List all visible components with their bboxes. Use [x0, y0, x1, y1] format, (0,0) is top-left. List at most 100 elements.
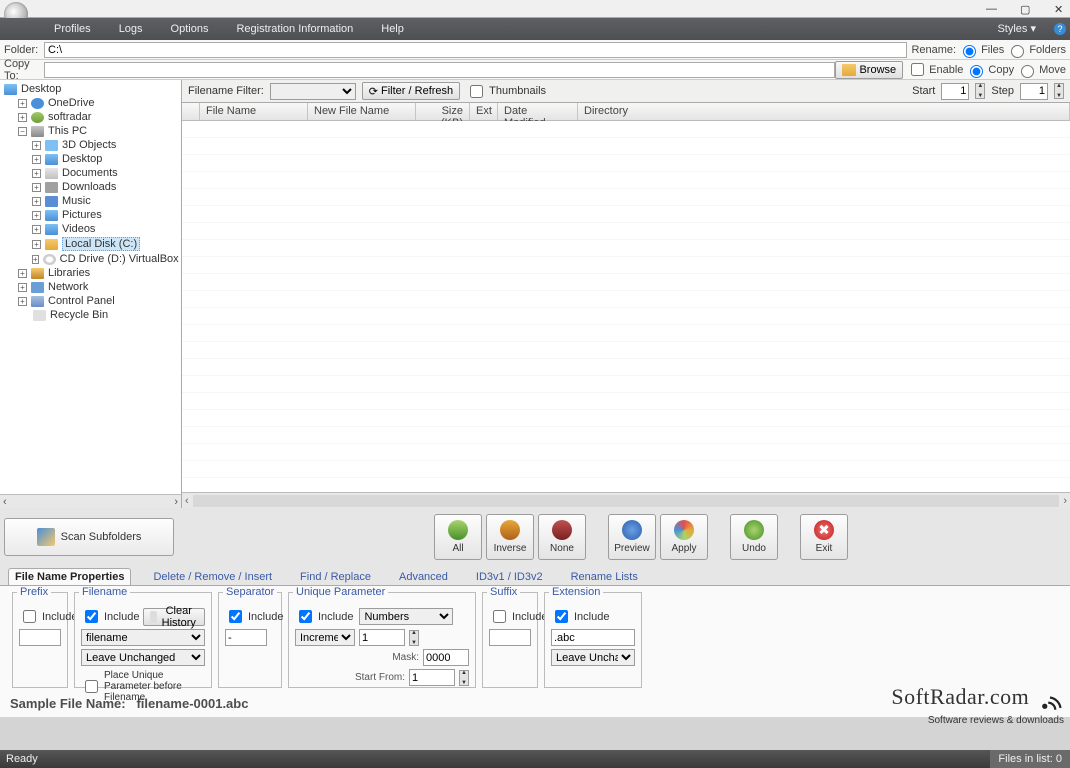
expand-icon[interactable]: +: [18, 269, 27, 278]
start-spin-buttons[interactable]: [975, 83, 985, 99]
copy-radio[interactable]: [970, 65, 983, 78]
expand-icon[interactable]: +: [32, 183, 41, 192]
expand-icon[interactable]: +: [18, 99, 27, 108]
tree-cdrive[interactable]: Local Disk (C:): [62, 237, 140, 251]
menu-logs[interactable]: Logs: [105, 18, 157, 40]
menu-registration[interactable]: Registration Information: [222, 18, 367, 40]
unique-start-input[interactable]: [409, 669, 455, 686]
separator-input[interactable]: [225, 629, 267, 646]
unique-type-combo[interactable]: Numbers: [359, 608, 453, 625]
clear-history-button[interactable]: Clear History: [143, 608, 205, 626]
tab-find-replace[interactable]: Find / Replace: [294, 569, 377, 585]
ext-include-checkbox[interactable]: [555, 610, 568, 623]
grid-body[interactable]: [182, 121, 1070, 492]
filename-include-checkbox[interactable]: [85, 610, 98, 623]
rename-folders-radio[interactable]: [1011, 45, 1024, 58]
filter-combo[interactable]: [270, 83, 356, 100]
select-all-button[interactable]: All: [434, 514, 482, 560]
col-ext[interactable]: Ext: [470, 103, 498, 120]
tree-thispc[interactable]: This PC: [48, 125, 87, 137]
prefix-include-checkbox[interactable]: [23, 610, 36, 623]
tab-file-name-properties[interactable]: File Name Properties: [8, 568, 131, 585]
browse-button[interactable]: Browse: [835, 61, 903, 79]
tree-vids[interactable]: Videos: [62, 223, 95, 235]
ext-input[interactable]: [551, 629, 635, 646]
unique-mode-spin[interactable]: [409, 630, 419, 646]
expand-icon[interactable]: +: [32, 225, 41, 234]
rename-files-radio[interactable]: [963, 45, 976, 58]
scan-subfolders-button[interactable]: Scan Subfolders: [4, 518, 174, 556]
tree-dl[interactable]: Downloads: [62, 181, 116, 193]
tab-id3[interactable]: ID3v1 / ID3v2: [470, 569, 549, 585]
col-newname[interactable]: New File Name: [308, 103, 416, 120]
unique-mode-value[interactable]: [359, 629, 405, 646]
filename-mode-combo[interactable]: Leave Unchanged: [81, 649, 205, 666]
separator-include-checkbox[interactable]: [229, 610, 242, 623]
menu-profiles[interactable]: Profiles: [40, 18, 105, 40]
tree-dvd[interactable]: CD Drive (D:) VirtualBox Gue: [60, 253, 181, 265]
grid-scrollbar[interactable]: ‹›: [182, 492, 1070, 508]
tree-desktop[interactable]: Desktop: [21, 83, 61, 95]
unique-include-checkbox[interactable]: [299, 610, 312, 623]
step-spinner[interactable]: [1020, 83, 1048, 100]
select-none-button[interactable]: None: [538, 514, 586, 560]
tab-advanced[interactable]: Advanced: [393, 569, 454, 585]
enable-checkbox[interactable]: [911, 63, 924, 76]
expand-icon[interactable]: +: [32, 169, 41, 178]
expand-icon[interactable]: +: [32, 240, 41, 249]
preview-button[interactable]: Preview: [608, 514, 656, 560]
expand-icon[interactable]: +: [32, 141, 41, 150]
tree-softradar[interactable]: softradar: [48, 111, 91, 123]
tree-music[interactable]: Music: [62, 195, 91, 207]
tree-libs[interactable]: Libraries: [48, 267, 90, 279]
expand-icon[interactable]: +: [18, 283, 27, 292]
col-size[interactable]: Size (KB): [416, 103, 470, 120]
unique-mask-input[interactable]: [423, 649, 469, 666]
expand-icon[interactable]: +: [18, 113, 27, 122]
tree-bin[interactable]: Recycle Bin: [50, 309, 108, 321]
expand-icon[interactable]: +: [32, 197, 41, 206]
menu-options[interactable]: Options: [157, 18, 223, 40]
tree-pics[interactable]: Pictures: [62, 209, 102, 221]
menu-styles[interactable]: Styles ▾: [983, 18, 1050, 40]
tree-3d[interactable]: 3D Objects: [62, 139, 116, 151]
apply-button[interactable]: Apply: [660, 514, 708, 560]
grid-header[interactable]: File Name New File Name Size (KB) Ext Da…: [182, 103, 1070, 121]
tree-onedrive[interactable]: OneDrive: [48, 97, 94, 109]
move-radio[interactable]: [1021, 65, 1034, 78]
tree-net[interactable]: Network: [48, 281, 88, 293]
close-button[interactable]: ✕: [1054, 3, 1066, 15]
thumbnails-checkbox[interactable]: [470, 83, 483, 100]
expand-icon[interactable]: +: [32, 255, 39, 264]
filter-refresh-button[interactable]: ⟳ Filter / Refresh: [362, 82, 460, 100]
ext-mode-combo[interactable]: Leave Unchanged: [551, 649, 635, 666]
help-icon[interactable]: ?: [1054, 23, 1066, 35]
unique-start-spin[interactable]: [459, 670, 469, 686]
start-spinner[interactable]: [941, 83, 969, 100]
select-inverse-button[interactable]: Inverse: [486, 514, 534, 560]
copyto-input[interactable]: [44, 62, 835, 78]
tab-delete-remove-insert[interactable]: Delete / Remove / Insert: [147, 569, 278, 585]
undo-button[interactable]: Undo: [730, 514, 778, 560]
menu-help[interactable]: Help: [367, 18, 418, 40]
maximize-button[interactable]: ▢: [1020, 3, 1032, 15]
collapse-icon[interactable]: −: [18, 127, 27, 136]
col-filename[interactable]: File Name: [200, 103, 308, 120]
tree-scrollbar[interactable]: ‹›: [0, 494, 181, 508]
folder-tree[interactable]: Desktop + OneDrive + softradar − This PC +3…: [0, 80, 181, 494]
exit-button[interactable]: Exit: [800, 514, 848, 560]
col-date[interactable]: Date Modified: [498, 103, 578, 120]
tree-ctrl[interactable]: Control Panel: [48, 295, 115, 307]
filename-value-combo[interactable]: filename: [81, 629, 205, 646]
suffix-include-checkbox[interactable]: [493, 610, 506, 623]
tree-docs[interactable]: Documents: [62, 167, 118, 179]
folder-input[interactable]: [44, 42, 907, 58]
prefix-input[interactable]: [19, 629, 61, 646]
unique-mode-combo[interactable]: Increment: [295, 629, 355, 646]
step-spin-buttons[interactable]: [1054, 83, 1064, 99]
suffix-input[interactable]: [489, 629, 531, 646]
expand-icon[interactable]: +: [18, 297, 27, 306]
tab-rename-lists[interactable]: Rename Lists: [565, 569, 644, 585]
expand-icon[interactable]: +: [32, 155, 41, 164]
place-unique-checkbox[interactable]: [85, 680, 98, 693]
